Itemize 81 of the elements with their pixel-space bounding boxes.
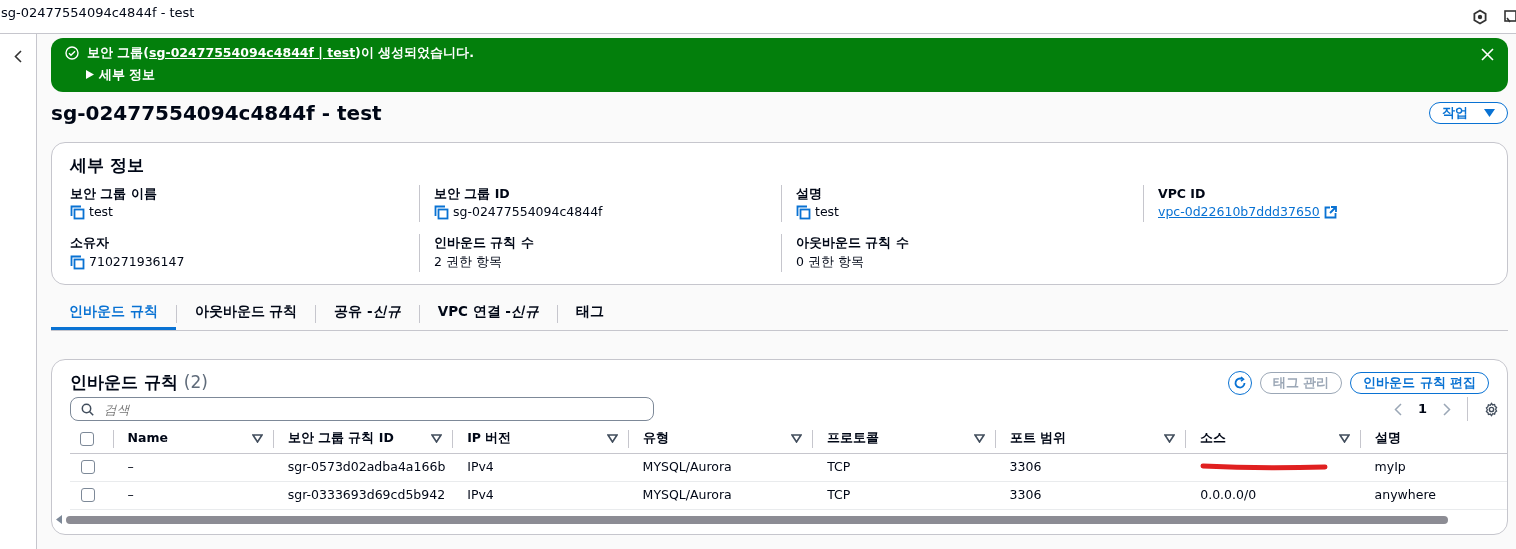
table-cell: IPv4 [467, 486, 494, 502]
page-number[interactable]: 1 [1417, 399, 1427, 419]
page-title: sg-02477554094c4844f - test [51, 101, 382, 125]
section-title: 세부 정보 [70, 154, 145, 177]
refresh-button[interactable] [1227, 371, 1252, 395]
field-value: 710271936147 [89, 252, 185, 271]
field-label: 보안 그룹 이름 [70, 184, 158, 203]
table-cell: – [127, 486, 134, 502]
sort-icon[interactable] [606, 434, 618, 444]
banner-link[interactable]: sg-02477554094c4844f | test [149, 45, 356, 60]
select-all-checkbox[interactable] [80, 431, 94, 446]
field-label: 보안 그룹 ID [434, 184, 511, 203]
sort-icon[interactable] [973, 434, 985, 444]
column-header[interactable]: 설명 [1374, 429, 1507, 449]
success-message: 보안 그룹(sg-02477554094c4844f | test)이 생성되었습니다. [87, 44, 474, 62]
scroll-left-icon[interactable] [56, 515, 62, 524]
expand-caret-icon [86, 69, 94, 79]
column-header[interactable]: IP 버전 [467, 429, 607, 449]
field-value: 2 권한 항목 [434, 252, 502, 271]
tab[interactable]: VPC 연결 -신규 [419, 296, 557, 331]
actions-button[interactable]: 작업 [1429, 101, 1508, 125]
table-cell: myIp [1374, 458, 1406, 474]
external-link-icon[interactable] [1323, 206, 1337, 220]
copy-icon[interactable] [434, 205, 449, 221]
tab[interactable]: 태그 [558, 296, 622, 331]
previous-page-icon[interactable] [1393, 402, 1402, 416]
screen-cast-icon[interactable] [1504, 9, 1516, 25]
field-label: 소유자 [70, 234, 110, 252]
settings-icon[interactable] [1484, 401, 1499, 417]
sort-icon[interactable] [1164, 434, 1176, 444]
row-checkbox[interactable] [81, 460, 95, 475]
table-cell: 3306 [1009, 486, 1042, 502]
edit-rules-button[interactable]: 인바운드 규칙 편집 [1350, 371, 1489, 395]
table-cell: MYSQL/Aurora [642, 458, 732, 474]
table-cell: MYSQL/Aurora [642, 486, 732, 502]
field-label: 인바운드 규칙 수 [434, 234, 535, 252]
table-cell: – [127, 458, 134, 474]
sort-icon[interactable] [791, 434, 803, 444]
field-value: test [815, 203, 839, 222]
copy-icon[interactable] [70, 205, 85, 221]
column-header[interactable]: 보안 그룹 규칙 ID [287, 429, 432, 449]
table-cell: 3306 [1009, 458, 1042, 474]
field-label: VPC ID [1158, 184, 1207, 203]
caret-icon [1484, 109, 1495, 117]
tab[interactable]: 아웃바운드 규칙 [176, 296, 316, 331]
field-value: sg-02477554094c4844f [453, 203, 603, 222]
column-header[interactable]: 유형 [642, 429, 792, 449]
search-field[interactable]: 검색 [70, 397, 654, 421]
vpc-link[interactable]: vpc-0d22610b7ddd37650 [1158, 203, 1320, 222]
column-header[interactable]: 프로토콜 [827, 429, 974, 449]
field-value: 0 권한 항목 [796, 252, 864, 271]
window-title: sg-02477554094c4844f - test [0, 4, 195, 22]
field-label: 아웃바운드 규칙 수 [796, 234, 910, 252]
table-cell: TCP [827, 486, 851, 502]
table-cell: sgr-0573d02adba4a166b [287, 458, 446, 474]
column-header[interactable]: Name [127, 429, 252, 449]
copy-icon[interactable] [796, 205, 811, 221]
extension-icon[interactable] [1472, 9, 1488, 25]
details-toggle[interactable]: 세부 정보 [86, 65, 156, 85]
check-circle-icon [65, 46, 79, 61]
table-cell: anywhere [1374, 486, 1436, 502]
field-label: 설명 [796, 184, 823, 203]
column-header[interactable]: 소스 [1200, 429, 1339, 449]
tab[interactable]: 인바운드 규칙 [51, 296, 176, 331]
table-cell: 0.0.0.0/0 [1200, 486, 1257, 502]
table-cell: TCP [827, 458, 851, 474]
row-checkbox[interactable] [81, 488, 95, 503]
field-value: test [89, 203, 113, 222]
sort-icon[interactable] [1338, 434, 1350, 444]
table-cell: IPv4 [467, 458, 494, 474]
table-cell: sgr-0333693d69cd5b942 [287, 486, 446, 502]
collapse-chevron-icon[interactable] [14, 50, 22, 63]
copy-icon[interactable] [70, 254, 85, 270]
column-header[interactable]: 포트 범위 [1009, 429, 1165, 449]
tab[interactable]: 공유 -신규 [316, 296, 419, 331]
sort-icon[interactable] [431, 434, 443, 444]
search-icon [81, 403, 94, 416]
refresh-icon [1232, 376, 1247, 390]
next-page-icon[interactable] [1443, 402, 1451, 416]
panel-title: 인바운드 규칙 (2) [70, 371, 208, 395]
sort-icon[interactable] [251, 434, 263, 444]
